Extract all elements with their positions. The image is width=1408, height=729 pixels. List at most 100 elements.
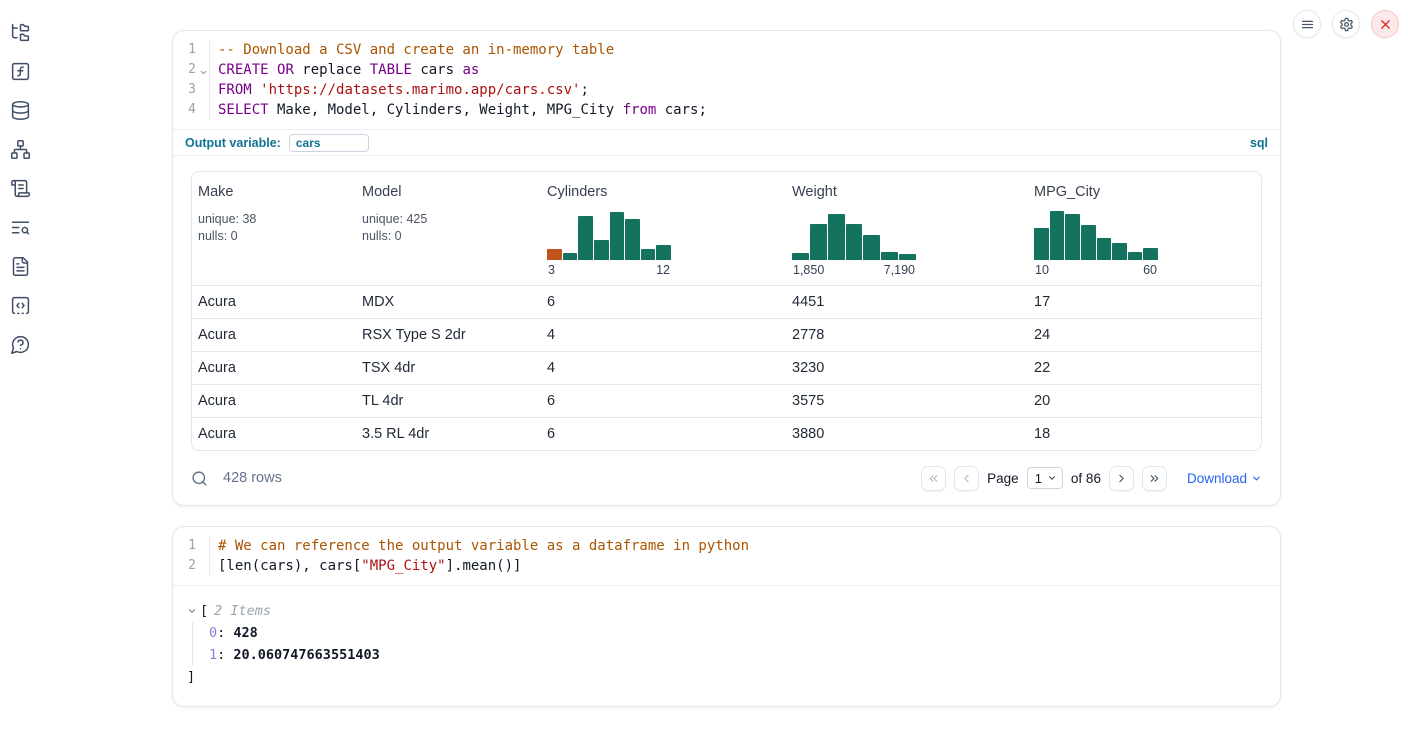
logs-search-icon[interactable] bbox=[8, 215, 32, 239]
code-token: CREATE bbox=[218, 62, 269, 78]
database-icon[interactable] bbox=[8, 98, 32, 122]
histogram-axis: 1060 bbox=[1034, 263, 1158, 277]
column-header-cylinders[interactable]: Cylinders312 bbox=[541, 172, 786, 285]
column-stats: unique: 38nulls: 0 bbox=[198, 211, 350, 245]
code-token: SELECT bbox=[218, 102, 269, 118]
code-text: [len(cars), cars["MPG_City"].mean()] bbox=[209, 556, 521, 576]
page-total-label: of 86 bbox=[1071, 471, 1101, 486]
list-entry: 1: 20.060747663551403 bbox=[209, 644, 1262, 666]
collapse-chevron-icon[interactable] bbox=[187, 606, 197, 616]
code-token: [len(cars), cars[ bbox=[218, 558, 361, 574]
code-token: cars; bbox=[656, 102, 707, 118]
sql-code-editor[interactable]: 1-- Download a CSV and create an in-memo… bbox=[173, 31, 1280, 129]
entry-key: 0 bbox=[209, 625, 217, 641]
code-token: cars bbox=[412, 62, 463, 78]
close-button[interactable] bbox=[1371, 10, 1399, 38]
next-page-button[interactable] bbox=[1109, 466, 1134, 491]
pagination: Page 1 of 86 Download bbox=[921, 466, 1262, 491]
table-cell: 18 bbox=[1028, 426, 1261, 442]
first-page-button[interactable] bbox=[921, 466, 946, 491]
last-page-button[interactable] bbox=[1142, 466, 1167, 491]
snippets-icon[interactable] bbox=[8, 293, 32, 317]
table-cell: 3.5 RL 4dr bbox=[356, 426, 541, 442]
table-cell: 6 bbox=[541, 294, 786, 310]
line-number: 1 bbox=[173, 536, 209, 556]
histogram-bar bbox=[881, 252, 898, 260]
histogram-bar bbox=[1112, 243, 1127, 260]
top-controls bbox=[1293, 10, 1399, 38]
table-cell: 4 bbox=[541, 360, 786, 376]
list-close-bracket: ] bbox=[187, 666, 1262, 688]
code-token: Make, Model, Cylinders, Weight, MPG_City bbox=[269, 102, 623, 118]
document-icon[interactable] bbox=[8, 254, 32, 278]
code-token: 'https://datasets.marimo.app/cars.csv' bbox=[260, 82, 580, 98]
table-footer: 428 rows Page 1 of 86 bbox=[173, 451, 1280, 505]
output-variable-label: Output variable: bbox=[185, 136, 281, 150]
histogram-bar bbox=[563, 253, 578, 260]
table-cell: 4 bbox=[541, 327, 786, 343]
sidebar bbox=[8, 20, 32, 356]
table-row: AcuraTSX 4dr4323022 bbox=[192, 351, 1261, 384]
table-cell: 6 bbox=[541, 426, 786, 442]
search-icon[interactable] bbox=[191, 470, 208, 487]
help-icon[interactable] bbox=[8, 332, 32, 356]
language-badge: sql bbox=[1250, 136, 1268, 150]
histogram-bar bbox=[863, 235, 880, 260]
python-code-editor[interactable]: 1# We can reference the output variable … bbox=[173, 527, 1280, 585]
code-line: 1# We can reference the output variable … bbox=[173, 536, 1280, 556]
code-text: # We can reference the output variable a… bbox=[209, 536, 749, 556]
download-label: Download bbox=[1187, 471, 1247, 486]
output-variable-input[interactable] bbox=[289, 134, 369, 152]
column-header-make[interactable]: Makeunique: 38nulls: 0 bbox=[192, 172, 356, 285]
histogram-bar bbox=[1050, 211, 1065, 260]
histogram-bar bbox=[625, 219, 640, 260]
axis-max-label: 7,190 bbox=[884, 263, 915, 277]
output-variable-bar: Output variable: sql bbox=[173, 129, 1280, 156]
dependency-graph-icon[interactable] bbox=[8, 137, 32, 161]
entry-value: 428 bbox=[233, 625, 257, 641]
table-row: AcuraMDX6445117 bbox=[192, 285, 1261, 318]
data-table: Makeunique: 38nulls: 0Modelunique: 425nu… bbox=[191, 171, 1262, 451]
column-stat: unique: 425 bbox=[362, 211, 535, 228]
scroll-icon[interactable] bbox=[8, 176, 32, 200]
python-output: [ 2 Items 0: 4281: 20.060747663551403 ] bbox=[173, 585, 1280, 706]
histogram-bar bbox=[810, 224, 827, 260]
line-number: 1 bbox=[173, 40, 209, 60]
column-header-model[interactable]: Modelunique: 425nulls: 0 bbox=[356, 172, 541, 285]
histogram-bar bbox=[1128, 252, 1143, 260]
column-histogram: 1,850 7,190 bbox=[792, 208, 916, 277]
axis-min-label: 1,850 bbox=[793, 263, 824, 277]
column-header-weight[interactable]: Weight1,8507,190 bbox=[786, 172, 1028, 285]
histogram-bar bbox=[792, 253, 809, 260]
entry-separator: : bbox=[217, 647, 233, 663]
code-token: OR bbox=[277, 62, 294, 78]
function-square-icon[interactable] bbox=[8, 59, 32, 83]
line-number: 4 bbox=[173, 100, 209, 120]
settings-button[interactable] bbox=[1332, 10, 1360, 38]
download-button[interactable]: Download bbox=[1187, 471, 1262, 486]
code-token bbox=[252, 82, 260, 98]
table-cell: 2778 bbox=[786, 327, 1028, 343]
menu-button[interactable] bbox=[1293, 10, 1321, 38]
table-cell: 24 bbox=[1028, 327, 1261, 343]
file-tree-icon[interactable] bbox=[8, 20, 32, 44]
code-token: TABLE bbox=[370, 62, 412, 78]
histogram-bar bbox=[610, 212, 625, 260]
histogram-bar bbox=[594, 240, 609, 260]
table-header-row: Makeunique: 38nulls: 0Modelunique: 425nu… bbox=[192, 172, 1261, 285]
page-select[interactable]: 1 bbox=[1027, 467, 1063, 489]
histogram-bar bbox=[1065, 214, 1080, 260]
prev-page-button[interactable] bbox=[954, 466, 979, 491]
code-line: 2[len(cars), cars["MPG_City"].mean()] bbox=[173, 556, 1280, 576]
table-cell: 17 bbox=[1028, 294, 1261, 310]
line-number: 2 bbox=[173, 556, 209, 576]
table-body: AcuraMDX6445117AcuraRSX Type S 2dr427782… bbox=[192, 285, 1261, 450]
list-entries: 0: 428 1: 20.060747663551403 bbox=[192, 622, 1262, 666]
list-open-bracket: [ bbox=[200, 600, 208, 622]
table-row: AcuraTL 4dr6357520 bbox=[192, 384, 1261, 417]
table-cell: 3880 bbox=[786, 426, 1028, 442]
table-cell: 3575 bbox=[786, 393, 1028, 409]
code-token: as bbox=[462, 62, 479, 78]
code-token: ].mean()] bbox=[446, 558, 522, 574]
column-header-mpg_city[interactable]: MPG_City1060 bbox=[1028, 172, 1261, 285]
